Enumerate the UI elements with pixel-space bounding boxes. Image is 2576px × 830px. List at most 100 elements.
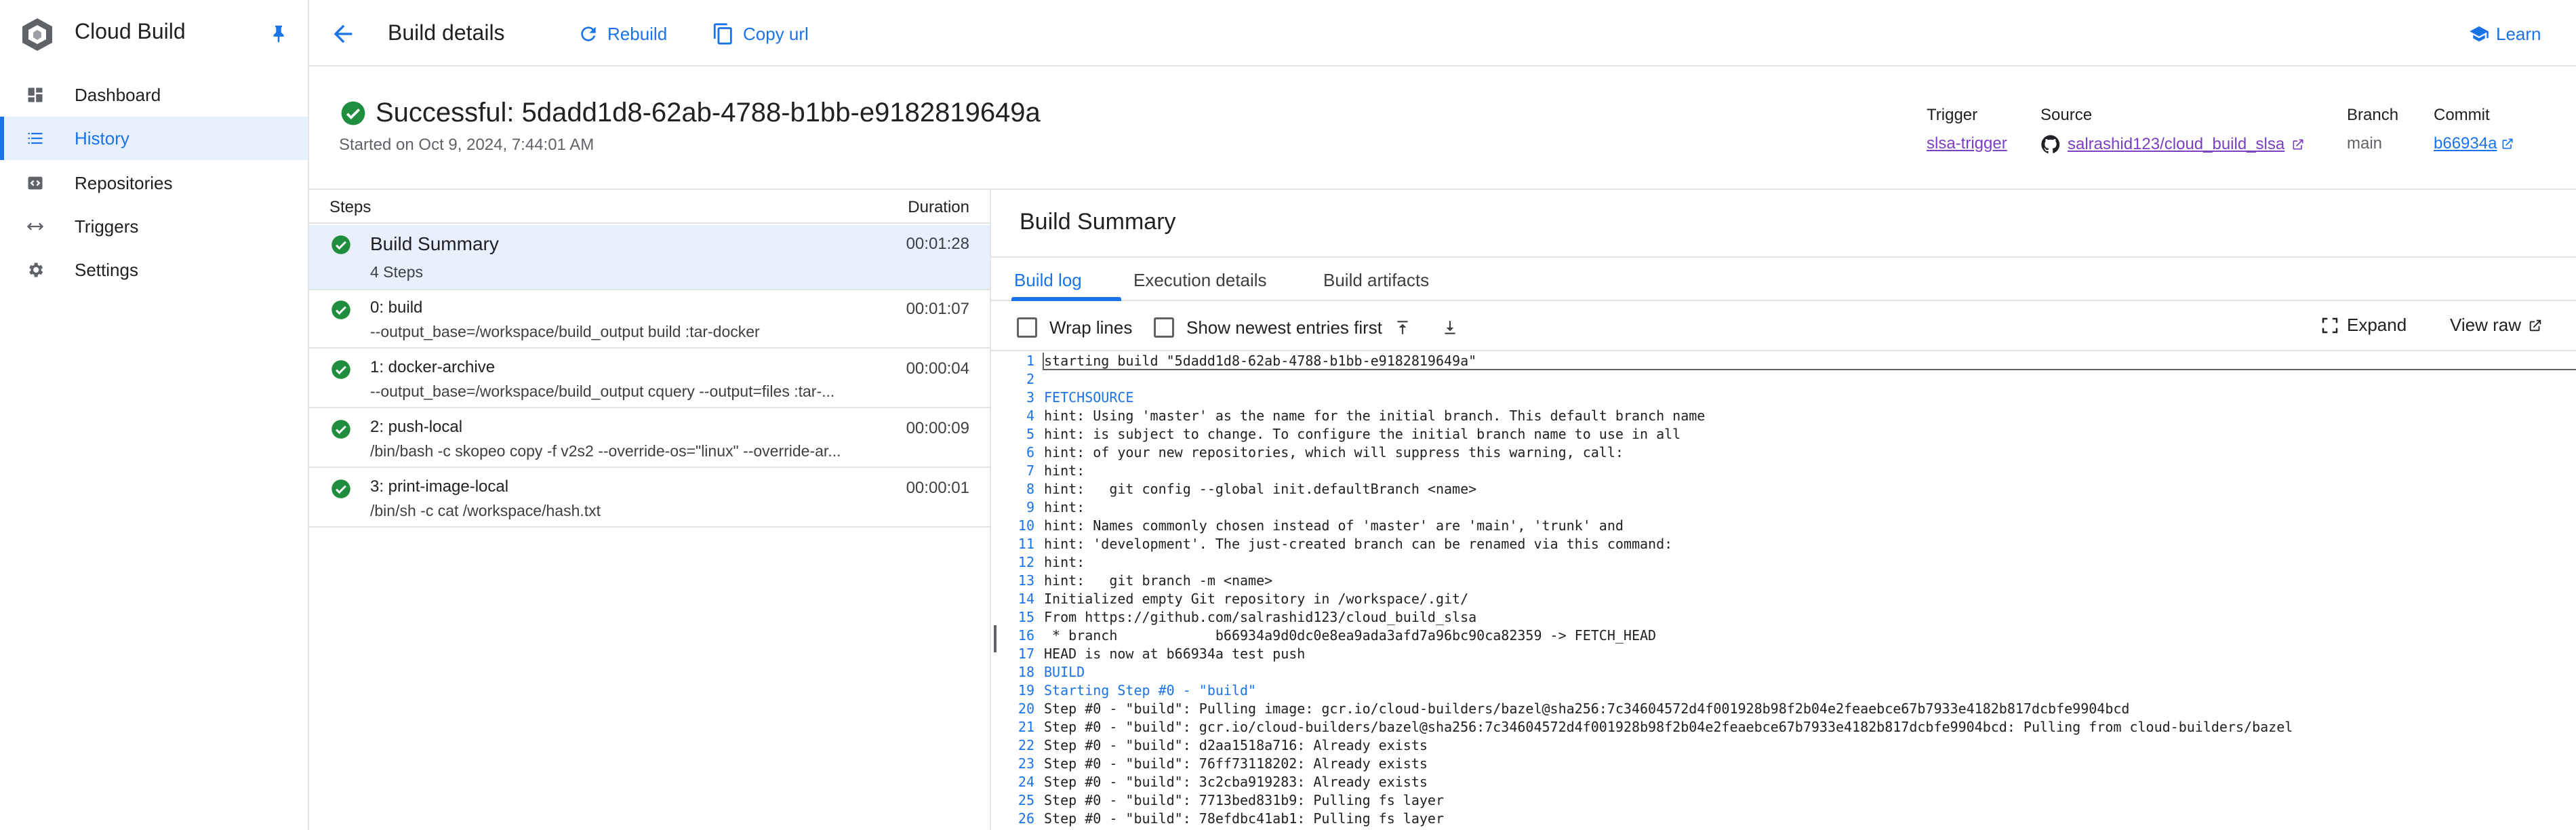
log-line-number: 4 (1026, 408, 1034, 424)
step-subtitle: /bin/bash -c skopeo copy -f v2s2 --overr… (370, 442, 841, 460)
log-line-text: hint: git config --global init.defaultBr… (1044, 481, 1477, 497)
external-link-icon (2529, 319, 2541, 331)
log-line-number: 26 (1018, 810, 1034, 827)
step-duration: 00:00:09 (906, 419, 969, 437)
step-subtitle: /bin/sh -c cat /workspace/hash.txt (370, 502, 601, 519)
sidebar-item-label: History (75, 127, 129, 149)
rebuild-button[interactable]: Rebuild (578, 16, 667, 52)
step-title: 1: docker-archive (370, 358, 496, 376)
branch-value: main (2347, 134, 2383, 153)
log-line: 5 hint: is subject to change. To configur… (991, 426, 2576, 444)
tab-build-artifacts[interactable]: Build artifacts (1323, 270, 1429, 291)
build-status: Successful: 5dadd1d8-62ab-4788-b1bb-e918… (340, 98, 1041, 128)
expand-label: Expand (2347, 315, 2407, 335)
steps-column-header: Steps (329, 198, 371, 216)
sidebar-item-label: Triggers (75, 216, 139, 237)
step-subtitle: 4 Steps (370, 263, 423, 281)
detail-panel: Build Summary Build log Execution detail… (991, 189, 2576, 830)
log-line-number: 19 (1018, 682, 1034, 698)
commit-link[interactable]: b66934a (2434, 134, 2514, 153)
tab-build-log[interactable]: Build log (1014, 270, 1082, 291)
log-line-text: * branch b66934a9d0dc0e8ea9ada3afd7a96bc… (1044, 627, 1657, 644)
log-line-text: Step #0 - "build": d2aa1518a716: Already… (1044, 737, 1428, 753)
step-row-push-local[interactable]: 2: push-local /bin/bash -c skopeo copy -… (309, 410, 990, 468)
sidebar-item-settings[interactable]: Settings (0, 248, 308, 292)
log-line-number: 5 (1026, 426, 1034, 442)
steps-header: Steps Duration (309, 190, 990, 224)
log-line: 20 Step #0 - "build": Pulling image: gcr.… (991, 700, 2576, 719)
pin-icon[interactable] (268, 23, 289, 43)
step-row-print-image-local[interactable]: 3: print-image-local /bin/sh -c cat /wor… (309, 469, 990, 528)
log-line-text: Step #0 - "build": gcr.io/cloud-builders… (1044, 719, 2293, 735)
step-duration: 00:01:07 (906, 300, 969, 318)
step-subtitle: --output_base=/workspace/build_output bu… (370, 323, 760, 340)
log-line-number: 7 (1026, 462, 1034, 479)
log-line-number: 13 (1018, 572, 1034, 589)
branch-label: Branch (2347, 106, 2399, 124)
refresh-icon (581, 26, 596, 41)
log-line: 12 hint: (991, 554, 2576, 572)
step-title: 3: print-image-local (370, 477, 509, 496)
log-line: 13 hint: git branch -m <name> (991, 572, 2576, 591)
log-line-number: 12 (1018, 554, 1034, 570)
view-raw-button[interactable]: View raw (2450, 315, 2543, 336)
success-check-icon (331, 300, 350, 319)
sidebar-item-label: Dashboard (75, 84, 161, 105)
log-line-number: 10 (1018, 517, 1034, 534)
sidebar-item-repositories[interactable]: Repositories (0, 161, 308, 205)
rebuild-label: Rebuild (607, 23, 668, 44)
learn-button[interactable]: Learn (2469, 16, 2541, 52)
expand-button[interactable]: Expand (2320, 315, 2407, 336)
log-line: 17 HEAD is now at b66934a test push (991, 646, 2576, 664)
build-log: 1 starting build "5dadd1d8-62ab-4788-b1bb… (991, 353, 2576, 830)
gear-icon (24, 259, 46, 281)
log-line-number: 23 (1018, 755, 1034, 772)
scroll-to-top-icon[interactable] (1391, 316, 1414, 339)
log-line-text: Step #0 - "build": 76ff73118202: Already… (1044, 755, 1428, 772)
school-icon (2470, 26, 2489, 42)
step-row-build[interactable]: 0: build --output_base=/workspace/build_… (309, 290, 990, 349)
log-line: 16 * branch b66934a9d0dc0e8ea9ada3afd7a9… (991, 627, 2576, 646)
log-line: 7 hint: (991, 462, 2576, 481)
success-check-icon (331, 360, 350, 379)
log-line: 21 Step #0 - "build": gcr.io/cloud-builde… (991, 719, 2576, 737)
sidebar-item-history[interactable]: History (0, 117, 308, 160)
show-newest-checkbox[interactable] (1154, 317, 1174, 338)
log-line: 14 Initialized empty Git repository in /w… (991, 591, 2576, 609)
scroll-to-bottom-icon[interactable] (1438, 316, 1462, 339)
log-line: 11 hint: 'development'. The just-created … (991, 536, 2576, 554)
log-line-number: 25 (1018, 792, 1034, 808)
trigger-link[interactable]: slsa-trigger (1927, 134, 2007, 153)
source-link[interactable]: salrashid123/cloud_build_slsa (2040, 134, 2305, 155)
fullscreen-icon (2322, 317, 2338, 333)
log-line-text: hint: of your new repositories, which wi… (1044, 444, 1624, 460)
success-check-icon (331, 479, 350, 498)
log-line: 22 Step #0 - "build": d2aa1518a716: Alrea… (991, 737, 2576, 755)
log-line-number: 8 (1026, 481, 1034, 497)
started-on-text: Started on Oct 9, 2024, 7:44:01 AM (339, 136, 595, 154)
external-link-icon (2502, 138, 2513, 149)
copy-url-button[interactable]: Copy url (712, 16, 809, 52)
tab-execution-details[interactable]: Execution details (1133, 270, 1267, 291)
sidebar-item-triggers[interactable]: Triggers (0, 205, 308, 248)
log-line: 10 hint: Names commonly chosen instead of… (991, 517, 2576, 536)
duration-column-header: Duration (908, 198, 969, 216)
back-arrow-icon[interactable] (329, 20, 357, 47)
log-line-text: Step #0 - "build": Pulling image: gcr.io… (1044, 700, 2130, 717)
success-check-icon (331, 235, 350, 254)
log-line: 1 starting build "5dadd1d8-62ab-4788-b1bb… (991, 353, 2576, 371)
step-row-docker-archive[interactable]: 1: docker-archive --output_base=/workspa… (309, 350, 990, 408)
sidebar-item-label: Repositories (75, 172, 173, 193)
step-row-build-summary[interactable]: Build Summary 4 Steps 00:01:28 (309, 225, 990, 290)
log-line: 24 Step #0 - "build": 3c2cba919283: Alrea… (991, 774, 2576, 792)
log-line: 2 (991, 371, 2576, 389)
source-label: Source (2040, 106, 2093, 124)
sidebar-item-dashboard[interactable]: Dashboard (0, 73, 308, 117)
log-line-number: 17 (1018, 646, 1034, 662)
log-line-number: 22 (1018, 737, 1034, 753)
log-line-text[interactable]: From https://github.com/salrashid123/clo… (1044, 609, 1476, 625)
wrap-lines-checkbox[interactable] (1017, 317, 1037, 338)
sidebar-header: Cloud Build (0, 0, 308, 68)
log-toolbar: Wrap lines Show newest entries first Exp… (991, 302, 2576, 351)
log-line-text: FETCHSOURCE (1044, 389, 1134, 406)
